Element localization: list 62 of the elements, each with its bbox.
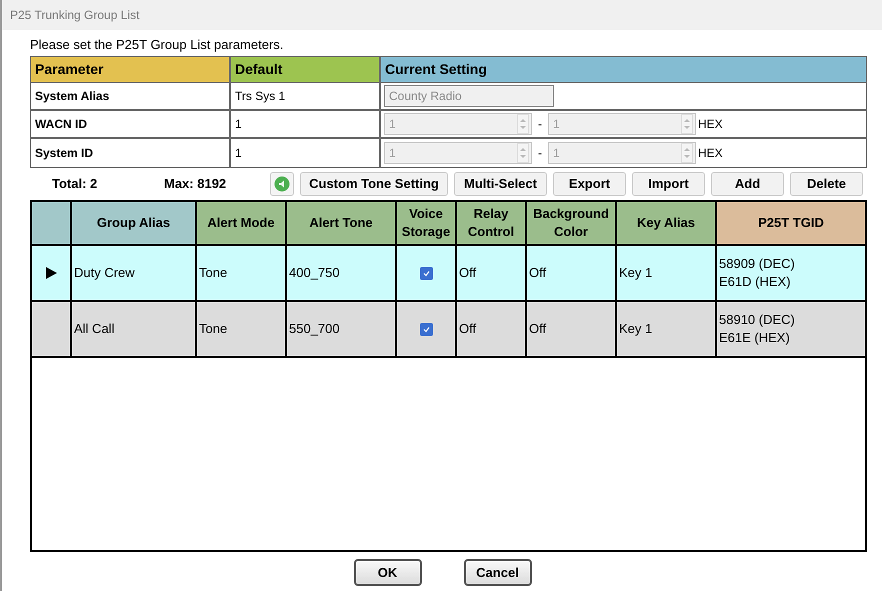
table-cell-text: Tone	[199, 264, 228, 282]
table-cell-text: Off	[529, 264, 546, 282]
default-cell: 1	[231, 111, 381, 137]
column-header: Parameter	[31, 57, 231, 82]
checkmark-icon	[422, 268, 430, 278]
table-cell-text: Off	[459, 320, 476, 338]
play-button[interactable]	[270, 172, 294, 196]
table-cell-text: Key 1	[619, 264, 652, 282]
tgid-text: E61D (HEX)	[719, 273, 792, 291]
column-header: Group Alias	[72, 202, 197, 244]
parameter-cell: System ID	[31, 139, 231, 167]
table-row[interactable]: All Call Tone 550_700 Off Off Key 1 58910 (DEC) E61E (HEX)	[32, 302, 865, 358]
dialog-button[interactable]: OK	[354, 559, 422, 586]
table-cell-text: Duty Crew	[74, 264, 135, 282]
voice-storage-checkbox[interactable]	[420, 322, 432, 336]
column-header: Alert Tone	[287, 202, 397, 244]
speaker-icon	[274, 176, 290, 192]
instruction-text: Please set the P25T Group List parameters.	[30, 36, 284, 53]
total-count: Total: 2	[51, 175, 98, 194]
column-header: Current Setting	[381, 57, 866, 82]
toolbar-button[interactable]: Export	[553, 172, 626, 196]
table-cell-text: Key 1	[619, 320, 652, 338]
column-header: Default	[231, 57, 381, 82]
column-header: Voice Storage	[397, 202, 457, 244]
row-pointer-icon	[46, 267, 56, 279]
dialog-button[interactable]: Cancel	[464, 559, 532, 586]
tgid-text: 58909 (DEC)	[719, 255, 796, 273]
column-header: Alert Mode	[197, 202, 287, 244]
table-row[interactable]: Duty Crew Tone 400_750 Off Off Key 1 58909 (DEC) E61D (HEX)	[32, 246, 865, 302]
parameter-cell: System Alias	[31, 83, 231, 109]
default-cell: 1	[231, 139, 381, 167]
parameter-cell: WACN ID	[31, 111, 231, 137]
table-cell-text: Off	[459, 264, 476, 282]
spinner-icon[interactable]	[517, 143, 529, 163]
column-header: Background Color	[527, 202, 617, 244]
max-count: Max: 8192	[163, 175, 228, 194]
window-title: P25 Trunking Group List	[10, 7, 140, 24]
checkmark-icon	[422, 324, 430, 334]
table-cell-text: Off	[529, 320, 546, 338]
column-header: P25T TGID	[717, 202, 865, 244]
default-cell: Trs Sys 1	[231, 83, 381, 109]
spinner-icon[interactable]	[517, 114, 529, 134]
toolbar-button[interactable]: Add	[711, 172, 784, 196]
table-cell-text: Tone	[199, 320, 228, 338]
table-cell-text: 550_700	[289, 320, 340, 338]
tgid-text: 58910 (DEC)	[719, 311, 796, 329]
range-separator: -	[538, 145, 542, 162]
table-cell-text: All Call	[74, 320, 114, 338]
table-cell-text: 400_750	[289, 264, 340, 282]
column-header: Relay Control	[457, 202, 527, 244]
toolbar-button[interactable]: Multi-Select	[454, 172, 547, 196]
unit-label: HEX	[698, 145, 723, 162]
toolbar-button[interactable]: Delete	[790, 172, 863, 196]
toolbar-button[interactable]: Import	[632, 172, 705, 196]
unit-label: HEX	[698, 116, 723, 133]
tgid-text: E61E (HEX)	[719, 329, 791, 347]
spinner-icon[interactable]	[681, 114, 693, 134]
column-header: Key Alias	[617, 202, 717, 244]
spinner-icon[interactable]	[681, 143, 693, 163]
range-separator: -	[538, 116, 542, 133]
toolbar-button[interactable]: Custom Tone Setting	[300, 172, 448, 196]
voice-storage-checkbox[interactable]	[420, 266, 432, 280]
